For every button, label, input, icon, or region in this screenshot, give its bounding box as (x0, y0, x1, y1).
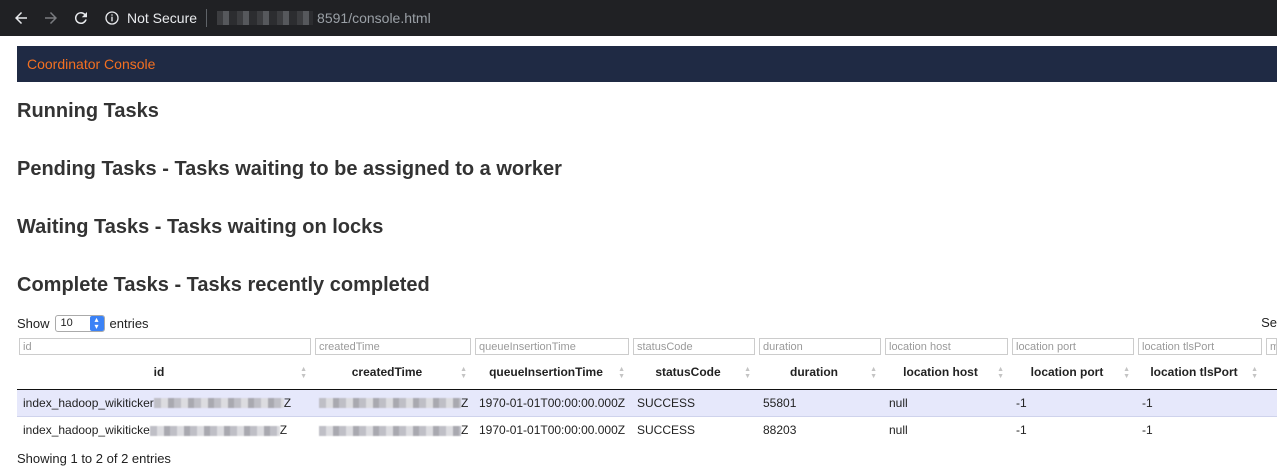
reload-icon (74, 12, 87, 25)
cell-statuscode: SUCCESS (631, 416, 757, 443)
sort-icon: ▲ ▼ (300, 365, 307, 380)
cell-location-port: -1 (1010, 389, 1136, 417)
redacted-text (319, 425, 461, 436)
back-button[interactable] (8, 5, 34, 31)
cell-duration: 55801 (757, 389, 883, 417)
arrow-left-icon (15, 12, 27, 24)
url-path: 8591/console.html (317, 10, 431, 26)
cell-location-tlsport: -1 (1136, 389, 1264, 417)
console-title[interactable]: Coordinator Console (27, 56, 155, 72)
waiting-tasks-heading: Waiting Tasks - Tasks waiting on locks (17, 216, 384, 238)
address-divider (206, 9, 208, 27)
page-content: Coordinator Console Running Tasks Pendin… (0, 46, 1277, 466)
show-label: Show (17, 315, 50, 331)
complete-tasks-table: id▲▼ createdTime▲▼ queueInsertionTime▲▼ … (17, 336, 1277, 443)
column-header-location-host[interactable]: location host ▲ ▼ (883, 357, 1010, 390)
cell-duration: 88203 (757, 416, 883, 443)
filter-id-input[interactable] (19, 338, 311, 355)
table-row[interactable]: index_hadoop_wikiticker Z Z 1970-01-01T00… (17, 389, 1277, 417)
security-label: Not Secure (127, 10, 198, 26)
select-arrows-icon: ▴ ▾ (89, 315, 104, 331)
search-label: Se (1261, 315, 1277, 330)
entries-label: entries (109, 315, 149, 331)
redacted-text (153, 398, 284, 409)
sort-icon: ▲ ▼ (1123, 365, 1130, 380)
cell-statuscode: SUCCESS (631, 389, 757, 417)
filter-more-input[interactable] (1266, 338, 1277, 355)
cell-queueinsertiontime: 1970-01-01T00:00:00.000Z (473, 416, 631, 443)
filter-location-tlsport-input[interactable] (1138, 338, 1262, 355)
entries-select[interactable]: 10 ▴ ▾ (54, 314, 105, 332)
console-banner: Coordinator Console (17, 46, 1277, 82)
arrow-right-icon (45, 12, 57, 24)
forward-button[interactable] (38, 5, 64, 31)
table-header-row: id ▲ ▼ createdTime ▲ ▼ queueInsertionTime ▲ ▼ … (17, 357, 1277, 390)
table-row[interactable]: index_hadoop_wikiticke Z Z 1970-01-01T00:… (17, 416, 1277, 443)
column-header-id[interactable]: id ▲ ▼ (17, 357, 313, 390)
filter-location-host-input[interactable] (885, 338, 1008, 355)
cell-location-port: -1 (1010, 416, 1136, 443)
cell-location-tlsport: -1 (1136, 416, 1264, 443)
redacted-text (149, 425, 280, 436)
column-header-createdtime[interactable]: createdTime ▲ ▼ (313, 357, 473, 390)
column-header-duration[interactable]: duration ▲ ▼ (757, 357, 883, 390)
column-header-more[interactable] (1264, 357, 1277, 390)
sort-icon: ▲ ▼ (997, 365, 1004, 380)
pending-tasks-heading: Pending Tasks - Tasks waiting to be assi… (17, 158, 562, 180)
cell-location-host: null (883, 389, 1010, 417)
redacted-text (319, 398, 461, 409)
column-header-statuscode[interactable]: statusCode ▲ ▼ (631, 357, 757, 390)
sort-icon: ▲ ▼ (1251, 365, 1258, 380)
complete-tasks-heading: Complete Tasks - Tasks recently complete… (17, 274, 430, 296)
entries-select-value: 10 (60, 317, 73, 329)
table-length-control: Show 10 ▴ ▾ entries Se (17, 313, 1277, 333)
filter-statuscode-input[interactable] (633, 338, 755, 355)
column-filter-row (17, 336, 1277, 357)
sort-icon: ▲ ▼ (744, 365, 751, 380)
sort-icon: ▲ ▼ (618, 365, 625, 380)
cell-createdtime: Z (313, 416, 473, 443)
browser-toolbar: Not Secure 8591/console.html (0, 0, 1277, 36)
cell-queueinsertiontime: 1970-01-01T00:00:00.000Z (473, 389, 631, 417)
cell-more (1264, 389, 1277, 417)
table-info: Showing 1 to 2 of 2 entries (17, 451, 171, 466)
address-bar[interactable]: Not Secure 8591/console.html (104, 4, 431, 32)
sort-icon: ▲ ▼ (870, 365, 877, 380)
cell-id: index_hadoop_wikiticker Z (17, 389, 313, 417)
sort-icon: ▲ ▼ (460, 365, 467, 380)
cell-location-host: null (883, 416, 1010, 443)
redacted-host (217, 11, 314, 25)
cell-more (1264, 416, 1277, 443)
column-header-location-port[interactable]: location port ▲ ▼ (1010, 357, 1136, 390)
filter-createdtime-input[interactable] (315, 338, 471, 355)
filter-duration-input[interactable] (759, 338, 881, 355)
column-header-location-tlsport[interactable]: location tlsPort ▲ ▼ (1136, 357, 1264, 390)
running-tasks-heading: Running Tasks (17, 100, 159, 122)
filter-location-port-input[interactable] (1012, 338, 1134, 355)
reload-button[interactable] (68, 5, 94, 31)
cell-id: index_hadoop_wikiticke Z (17, 416, 313, 443)
info-icon (105, 11, 119, 25)
cell-createdtime: Z (313, 389, 473, 417)
filter-queueinsertiontime-input[interactable] (475, 338, 629, 355)
column-header-queueinsertiontime[interactable]: queueInsertionTime ▲ ▼ (473, 357, 631, 390)
